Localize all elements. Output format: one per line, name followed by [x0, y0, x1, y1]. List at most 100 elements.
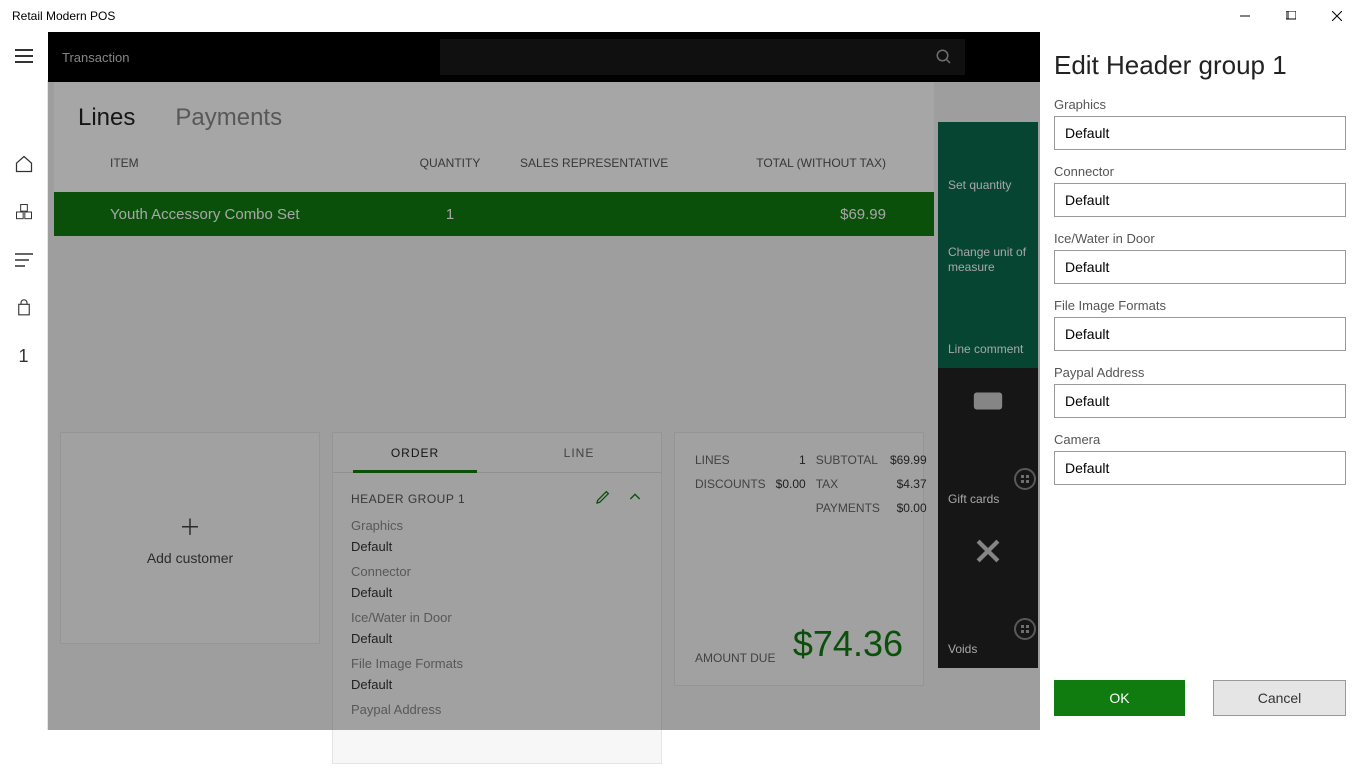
lines-label: LINES [695, 453, 766, 467]
lines-value: 1 [776, 453, 806, 467]
badge-icon [1014, 618, 1036, 640]
discounts-label: DISCOUNTS [695, 477, 766, 491]
boxes-icon [14, 202, 34, 222]
window-controls [1222, 0, 1360, 32]
grid-header: ITEM QUANTITY SALES REPRESENTATIVE TOTAL… [54, 146, 934, 180]
panel-field-label: Connector [1054, 164, 1346, 179]
tile-label: Set quantity [948, 178, 1028, 204]
add-customer-card[interactable]: ＋ Add customer [60, 432, 320, 644]
cell-item: Youth Accessory Combo Set [110, 206, 380, 223]
nav-count[interactable]: 1 [0, 332, 48, 380]
x-icon [971, 534, 1005, 568]
transaction-panel: Lines Payments ITEM QUANTITY SALES REPRE… [54, 82, 934, 192]
field-value: Default [351, 677, 643, 692]
col-total: TOTAL (WITHOUT TAX) [740, 156, 910, 170]
panel-field-label: Graphics [1054, 97, 1346, 112]
plus-icon: ＋ [179, 510, 201, 542]
nav-home[interactable] [0, 140, 48, 188]
search-icon [935, 48, 953, 66]
field-value: Default [351, 539, 643, 554]
panel-field-input[interactable] [1054, 384, 1346, 418]
field-value: Default [351, 631, 643, 646]
field-label: File Image Formats [351, 656, 643, 671]
nav-bag[interactable] [0, 284, 48, 332]
tile-label: Change unit of measure [948, 245, 1028, 286]
window-titlebar: Retail Modern POS [0, 0, 1360, 32]
ok-label: OK [1109, 690, 1129, 706]
order-tab-order[interactable]: ORDER [333, 433, 497, 472]
tile-set-quantity[interactable]: Set quantity [938, 122, 1038, 204]
field-label: Connector [351, 564, 643, 579]
tile-voids[interactable]: Voids [938, 518, 1038, 668]
search-box[interactable] [440, 39, 965, 75]
panel-field-input[interactable] [1054, 317, 1346, 351]
table-row[interactable]: Youth Accessory Combo Set 1 $69.99 [54, 192, 934, 236]
payments-label: PAYMENTS [816, 501, 880, 515]
main-content: Lines Payments ITEM QUANTITY SALES REPRE… [48, 82, 1040, 730]
cell-qty: 1 [380, 206, 520, 223]
add-customer-label: Add customer [147, 550, 233, 566]
subtotal-value: $69.99 [890, 453, 927, 467]
ok-button[interactable]: OK [1054, 680, 1185, 716]
payments-value: $0.00 [890, 501, 927, 515]
tab-payments[interactable]: Payments [175, 104, 282, 132]
window-title: Retail Modern POS [12, 9, 115, 23]
field-label: Ice/Water in Door [351, 610, 643, 625]
tile-gift-cards[interactable]: Gift cards [938, 368, 1038, 518]
tab-lines[interactable]: Lines [78, 104, 135, 132]
panel-field-input[interactable] [1054, 451, 1346, 485]
field-label: Graphics [351, 518, 643, 533]
nav-list[interactable] [0, 236, 48, 284]
totals-card: LINES 1 SUBTOTAL $69.99 DISCOUNTS $0.00 … [674, 432, 924, 686]
nav-products[interactable] [0, 188, 48, 236]
panel-field-input[interactable] [1054, 183, 1346, 217]
chevron-up-icon[interactable] [627, 489, 643, 508]
maximize-button[interactable] [1268, 0, 1314, 32]
cancel-button[interactable]: Cancel [1213, 680, 1346, 716]
panel-field-label: Camera [1054, 432, 1346, 447]
header-group-title: HEADER GROUP 1 [351, 492, 465, 506]
action-tiles: Set quantity Change unit of measure Line… [938, 122, 1038, 780]
tax-value: $4.37 [890, 477, 927, 491]
hamburger-icon [15, 49, 33, 63]
home-icon [14, 154, 34, 174]
subtotal-label: SUBTOTAL [816, 453, 880, 467]
panel-field-label: File Image Formats [1054, 298, 1346, 313]
tile-label: Gift cards [948, 492, 1028, 518]
close-button[interactable] [1314, 0, 1360, 32]
field-value: Default [351, 585, 643, 600]
amount-due-label: AMOUNT DUE [695, 651, 775, 665]
list-icon [15, 253, 33, 267]
panel-field-input[interactable] [1054, 116, 1346, 150]
tile-line-comment[interactable]: Line comment [938, 286, 1038, 368]
tile-label: Voids [948, 642, 1028, 668]
order-tab-line[interactable]: LINE [497, 433, 661, 472]
edit-panel: Edit Header group 1 Graphics Connector Ice… [1040, 32, 1360, 730]
tile-change-uom[interactable]: Change unit of measure [938, 204, 1038, 286]
card-icon [971, 384, 1005, 418]
order-card: ORDER LINE HEADER GROUP 1 Graphics Defaul… [332, 432, 662, 764]
badge-icon [1014, 468, 1036, 490]
minimize-button[interactable] [1222, 0, 1268, 32]
discounts-value: $0.00 [776, 477, 806, 491]
cancel-label: Cancel [1258, 690, 1302, 706]
tile-label: Line comment [948, 342, 1028, 368]
cell-total: $69.99 [740, 206, 910, 223]
panel-tabs: Lines Payments [54, 82, 934, 146]
panel-field-input[interactable] [1054, 250, 1346, 284]
panel-field-label: Ice/Water in Door [1054, 231, 1346, 246]
nav-count-label: 1 [18, 346, 28, 367]
hamburger-button[interactable] [0, 32, 48, 80]
bag-icon [15, 298, 33, 318]
left-nav-rail: 1 [0, 32, 48, 730]
topbar-title: Transaction [48, 50, 440, 65]
col-rep: SALES REPRESENTATIVE [520, 156, 740, 170]
panel-title: Edit Header group 1 [1054, 50, 1346, 81]
tax-label: TAX [816, 477, 880, 491]
field-label: Paypal Address [351, 702, 643, 717]
col-qty: QUANTITY [380, 156, 520, 170]
panel-field-label: Paypal Address [1054, 365, 1346, 380]
amount-due-value: $74.36 [793, 623, 903, 665]
col-item: ITEM [110, 156, 380, 170]
edit-icon[interactable] [595, 489, 611, 508]
